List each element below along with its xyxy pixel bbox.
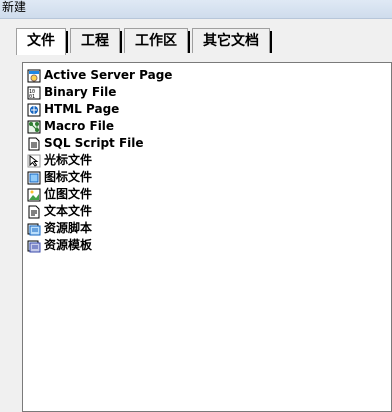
list-item-label: 文本文件 — [44, 204, 93, 218]
list-item-label: 资源模板 — [44, 238, 93, 252]
tab-strip: 文件 工程 工作区 其它文档 — [16, 28, 274, 56]
binary-file-icon: 10 01 — [27, 86, 41, 100]
list-item-label: Macro File — [44, 119, 115, 133]
list-item-bitmap-file[interactable]: 位图文件 — [27, 186, 391, 203]
file-type-list-items: Active Server Page 10 01 Binary File HTML… — [27, 67, 391, 411]
tab-label: 文件 — [27, 33, 55, 49]
window-title: 新建 — [2, 0, 27, 14]
asp-file-icon — [27, 69, 41, 83]
list-item-icon-file[interactable]: 图标文件 — [27, 169, 391, 186]
list-item-macro-file[interactable]: Macro File — [27, 118, 391, 135]
list-item-label: 图标文件 — [44, 170, 93, 184]
bitmap-file-icon — [27, 188, 41, 202]
tab-divider — [120, 31, 122, 53]
tab-divider — [66, 31, 68, 53]
list-item-label: 光标文件 — [44, 153, 93, 167]
macro-file-icon — [27, 120, 41, 134]
tab-divider — [270, 31, 272, 53]
resource-script-icon — [27, 222, 41, 236]
list-item-cursor-file[interactable]: 光标文件 — [27, 152, 391, 169]
tab-label: 工作区 — [135, 33, 177, 49]
list-item-active-server-page[interactable]: Active Server Page — [27, 67, 391, 84]
svg-text:01: 01 — [29, 94, 35, 100]
sql-script-icon — [27, 137, 41, 151]
cursor-file-icon — [27, 154, 41, 168]
list-item-label: Binary File — [44, 85, 117, 99]
list-item-binary-file[interactable]: 10 01 Binary File — [27, 84, 391, 101]
tab-divider — [188, 31, 190, 53]
title-bar: 新建 — [0, 0, 392, 19]
list-item-label: Active Server Page — [44, 68, 173, 82]
list-item-label: 资源脚本 — [44, 221, 93, 235]
tab-other-documents[interactable]: 其它文档 — [192, 28, 272, 53]
list-item-sql-script-file[interactable]: SQL Script File — [27, 135, 391, 152]
icon-file-icon — [27, 171, 41, 185]
tab-files[interactable]: 文件 — [16, 28, 68, 55]
list-item-label: 位图文件 — [44, 187, 93, 201]
tab-label: 工程 — [81, 33, 109, 49]
list-item-resource-script[interactable]: 资源脚本 — [27, 220, 391, 237]
list-item-label: SQL Script File — [44, 136, 144, 150]
list-item-html-page[interactable]: HTML Page — [27, 101, 391, 118]
tab-workspaces[interactable]: 工作区 — [124, 28, 190, 53]
list-item-label: HTML Page — [44, 102, 120, 116]
tab-projects[interactable]: 工程 — [70, 28, 122, 53]
html-page-icon — [27, 103, 41, 117]
resource-template-icon — [27, 239, 41, 253]
list-item-text-file[interactable]: 文本文件 — [27, 203, 391, 220]
text-file-icon — [27, 205, 41, 219]
tab-label: 其它文档 — [203, 33, 259, 49]
file-type-list[interactable]: Active Server Page 10 01 Binary File HTML… — [22, 62, 392, 412]
list-item-resource-template[interactable]: 资源模板 — [27, 237, 391, 254]
